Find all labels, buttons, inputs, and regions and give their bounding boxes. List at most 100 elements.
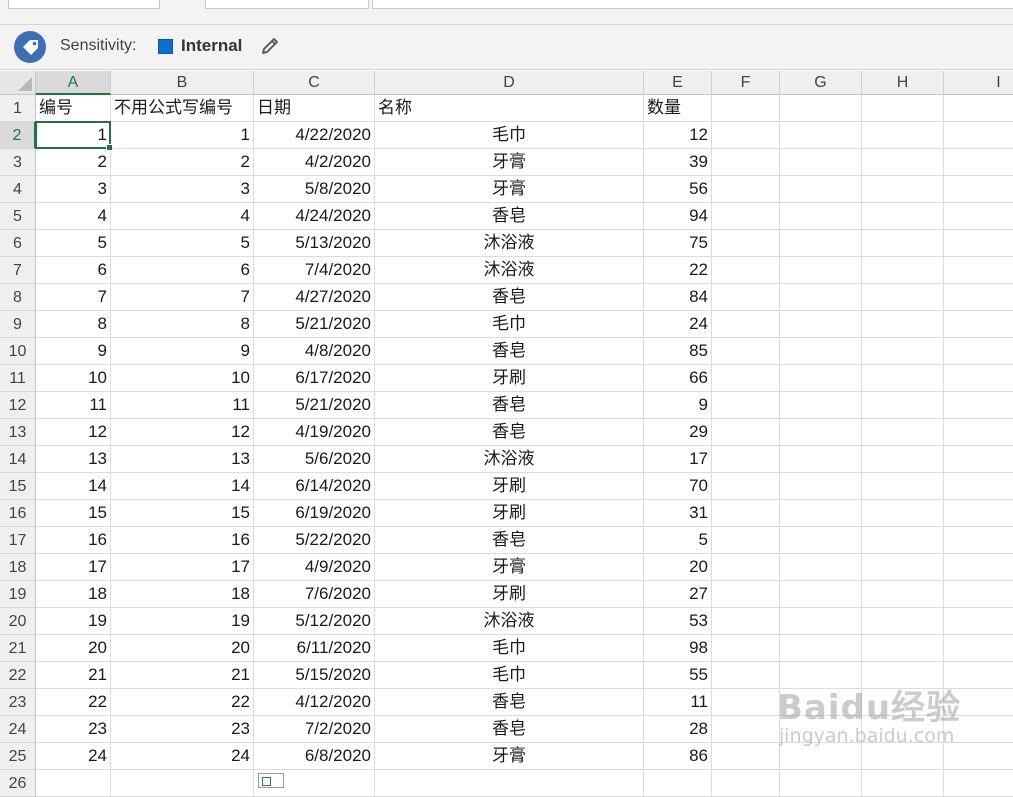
cell-e2[interactable]: 12 xyxy=(644,122,712,149)
cell-b12[interactable]: 11 xyxy=(111,392,254,419)
cell-g2[interactable] xyxy=(780,122,862,149)
cell-c21[interactable]: 6/11/2020 xyxy=(254,635,375,662)
cell-a25[interactable]: 24 xyxy=(36,743,111,770)
cell-c20[interactable]: 5/12/2020 xyxy=(254,608,375,635)
cell-c23[interactable]: 4/12/2020 xyxy=(254,689,375,716)
cell-d8[interactable]: 香皂 xyxy=(375,284,644,311)
cell-i19[interactable] xyxy=(944,581,1013,608)
cell-a7[interactable]: 6 xyxy=(36,257,111,284)
cell-g10[interactable] xyxy=(780,338,862,365)
cell-a2[interactable]: 1 xyxy=(36,122,111,149)
row-header-9[interactable]: 9 xyxy=(0,311,36,338)
cell-h13[interactable] xyxy=(862,419,944,446)
cell-e24[interactable]: 28 xyxy=(644,716,712,743)
cell-b3[interactable]: 2 xyxy=(111,149,254,176)
column-header-a[interactable]: A xyxy=(36,71,111,95)
cell-f7[interactable] xyxy=(712,257,780,284)
cell-e19[interactable]: 27 xyxy=(644,581,712,608)
cell-g15[interactable] xyxy=(780,473,862,500)
cell-b10[interactable]: 9 xyxy=(111,338,254,365)
cell-b6[interactable]: 5 xyxy=(111,230,254,257)
cell-f16[interactable] xyxy=(712,500,780,527)
row-header-16[interactable]: 16 xyxy=(0,500,36,527)
cell-i18[interactable] xyxy=(944,554,1013,581)
cell-g7[interactable] xyxy=(780,257,862,284)
cell-a22[interactable]: 21 xyxy=(36,662,111,689)
cell-c10[interactable]: 4/8/2020 xyxy=(254,338,375,365)
cell-e22[interactable]: 55 xyxy=(644,662,712,689)
cell-e23[interactable]: 11 xyxy=(644,689,712,716)
column-header-c[interactable]: C xyxy=(254,71,375,95)
cell-d7[interactable]: 沐浴液 xyxy=(375,257,644,284)
cell-f17[interactable] xyxy=(712,527,780,554)
cell-h16[interactable] xyxy=(862,500,944,527)
cell-g6[interactable] xyxy=(780,230,862,257)
cell-g18[interactable] xyxy=(780,554,862,581)
row-header-10[interactable]: 10 xyxy=(0,338,36,365)
cell-c22[interactable]: 5/15/2020 xyxy=(254,662,375,689)
cell-f14[interactable] xyxy=(712,446,780,473)
cell-g5[interactable] xyxy=(780,203,862,230)
cell-h20[interactable] xyxy=(862,608,944,635)
cell-f12[interactable] xyxy=(712,392,780,419)
cell-h5[interactable] xyxy=(862,203,944,230)
cell-f4[interactable] xyxy=(712,176,780,203)
cell-e11[interactable]: 66 xyxy=(644,365,712,392)
column-header-f[interactable]: F xyxy=(712,71,780,95)
cell-g21[interactable] xyxy=(780,635,862,662)
cell-c13[interactable]: 4/19/2020 xyxy=(254,419,375,446)
cell-h19[interactable] xyxy=(862,581,944,608)
cell-g26[interactable] xyxy=(780,770,862,797)
cell-e6[interactable]: 75 xyxy=(644,230,712,257)
cell-a11[interactable]: 10 xyxy=(36,365,111,392)
row-header-17[interactable]: 17 xyxy=(0,527,36,554)
cell-h4[interactable] xyxy=(862,176,944,203)
cell-c4[interactable]: 5/8/2020 xyxy=(254,176,375,203)
cell-d10[interactable]: 香皂 xyxy=(375,338,644,365)
cell-a21[interactable]: 20 xyxy=(36,635,111,662)
cell-d17[interactable]: 香皂 xyxy=(375,527,644,554)
cell-f13[interactable] xyxy=(712,419,780,446)
select-all-button[interactable] xyxy=(0,71,36,95)
cell-b19[interactable]: 18 xyxy=(111,581,254,608)
cell-g4[interactable] xyxy=(780,176,862,203)
cell-c14[interactable]: 5/6/2020 xyxy=(254,446,375,473)
cell-f2[interactable] xyxy=(712,122,780,149)
header-cell-c[interactable]: 日期 xyxy=(254,95,375,122)
row-header-3[interactable]: 3 xyxy=(0,149,36,176)
cell-i2[interactable] xyxy=(944,122,1013,149)
cell-d4[interactable]: 牙膏 xyxy=(375,176,644,203)
cell-e4[interactable]: 56 xyxy=(644,176,712,203)
cell-b22[interactable]: 21 xyxy=(111,662,254,689)
cell-e3[interactable]: 39 xyxy=(644,149,712,176)
cell-g25[interactable] xyxy=(780,743,862,770)
cell-a16[interactable]: 15 xyxy=(36,500,111,527)
header-cell-h[interactable] xyxy=(862,95,944,122)
cell-e25[interactable]: 86 xyxy=(644,743,712,770)
row-header-18[interactable]: 18 xyxy=(0,554,36,581)
cell-b4[interactable]: 3 xyxy=(111,176,254,203)
quick-analysis-icon[interactable] xyxy=(258,773,284,788)
column-header-b[interactable]: B xyxy=(111,71,254,95)
row-header-7[interactable]: 7 xyxy=(0,257,36,284)
cell-i5[interactable] xyxy=(944,203,1013,230)
cell-i20[interactable] xyxy=(944,608,1013,635)
cell-c25[interactable]: 6/8/2020 xyxy=(254,743,375,770)
header-cell-a[interactable]: 编号 xyxy=(36,95,111,122)
cell-d2[interactable]: 毛巾 xyxy=(375,122,644,149)
cell-i6[interactable] xyxy=(944,230,1013,257)
cell-d16[interactable]: 牙刷 xyxy=(375,500,644,527)
cell-a5[interactable]: 4 xyxy=(36,203,111,230)
cell-h12[interactable] xyxy=(862,392,944,419)
cell-d24[interactable]: 香皂 xyxy=(375,716,644,743)
cell-e8[interactable]: 84 xyxy=(644,284,712,311)
cell-a20[interactable]: 19 xyxy=(36,608,111,635)
cell-c8[interactable]: 4/27/2020 xyxy=(254,284,375,311)
cell-f10[interactable] xyxy=(712,338,780,365)
row-header-21[interactable]: 21 xyxy=(0,635,36,662)
cell-a13[interactable]: 12 xyxy=(36,419,111,446)
cell-g8[interactable] xyxy=(780,284,862,311)
cell-d12[interactable]: 香皂 xyxy=(375,392,644,419)
cell-e17[interactable]: 5 xyxy=(644,527,712,554)
cell-a3[interactable]: 2 xyxy=(36,149,111,176)
